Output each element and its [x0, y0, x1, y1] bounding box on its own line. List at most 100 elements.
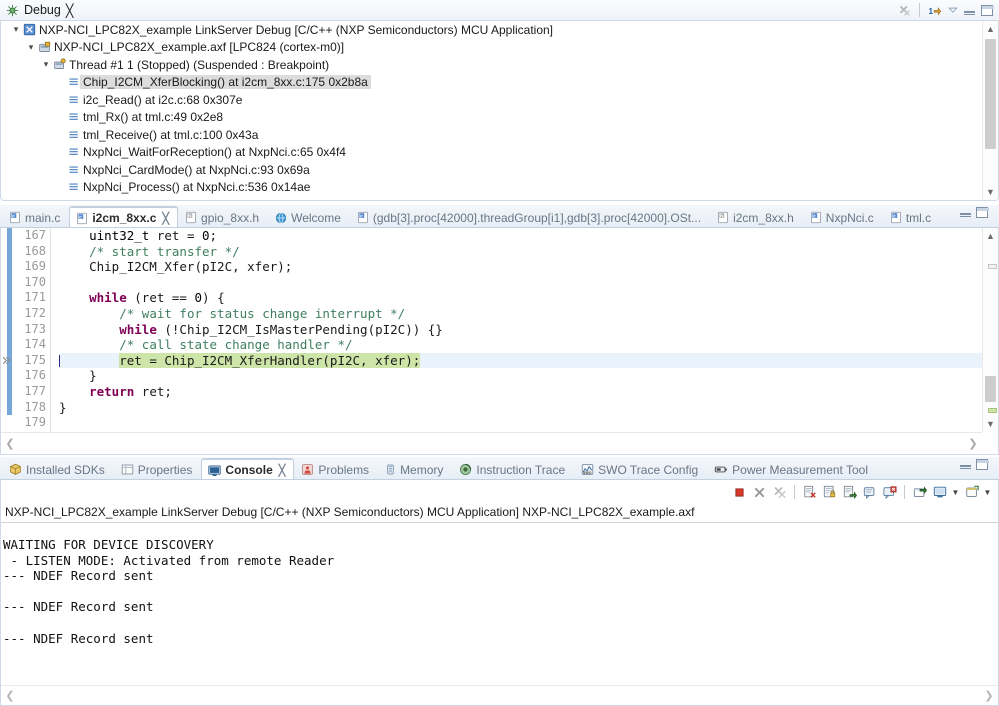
console-tab-console[interactable]: Console ╳ [201, 458, 295, 479]
code-area[interactable]: 167 168 169 170 171 172 173 174 175 176 177 178 179 … [1, 228, 982, 432]
scroll-up-arrow-icon[interactable]: ▲ [983, 228, 998, 244]
debug-stack-tree[interactable]: ▾ NXP-NCI_LPC82X_example LinkServer Debug… [0, 21, 999, 201]
debug-tree-row[interactable]: tml_Receive() at tml.c:100 0x43a [1, 126, 998, 144]
clear-console-icon[interactable] [801, 484, 818, 501]
select-console-icon[interactable] [931, 484, 948, 501]
step-into-selection-icon[interactable]: 1 [928, 4, 942, 17]
remove-launch-icon[interactable] [751, 484, 768, 501]
console-tab-instruction-trace[interactable]: Instruction Trace [452, 458, 574, 479]
editor-tab-welcome[interactable]: Welcome [268, 206, 350, 227]
debug-tree-row[interactable]: NxpNci_WaitForReception() at NxpNci.c:65… [1, 144, 998, 162]
chevron-down-icon[interactable]: ▾ [9, 24, 23, 35]
line-number: 167 [24, 228, 46, 242]
code-line[interactable] [59, 275, 982, 291]
code-line[interactable]: Chip_I2CM_Xfer(pI2C, xfer); [59, 259, 982, 275]
console-tab-swo-trace-config[interactable]: SWO SWO Trace Config [574, 458, 707, 479]
display-selected-console-icon[interactable] [881, 484, 898, 501]
maximize-icon[interactable] [976, 207, 989, 218]
debug-current-ip-arrow-icon [1, 354, 15, 367]
source-code[interactable]: uint32_t ret = 0; /* start transfer */ C… [51, 228, 982, 432]
tab-debug[interactable]: Debug ╳ [0, 0, 81, 20]
editor-tab--gdb-3-proc-42000-thread[interactable]: c (gdb[3].proc[42000].threadGroup[i1],gdb… [350, 206, 710, 227]
code-line[interactable]: } [59, 400, 982, 416]
show-console-on-output-icon[interactable] [841, 484, 858, 501]
scroll-right-arrow-icon[interactable]: ❯ [980, 689, 998, 702]
overview-ruler-highlight-marker[interactable] [988, 408, 997, 413]
c-file-icon: c [76, 212, 88, 225]
code-line[interactable]: /* call state change handler */ [59, 337, 982, 353]
code-line[interactable]: ret = Chip_I2CM_XferHandler(pI2C, xfer); [59, 352, 982, 369]
code-line[interactable] [59, 415, 982, 431]
console-tab-power-measurement-tool[interactable]: Power Measurement Tool [707, 458, 877, 479]
chevron-down-icon[interactable]: ▾ [24, 42, 38, 53]
close-icon[interactable]: ╳ [279, 464, 286, 477]
console-tab-memory[interactable]: Memory [378, 458, 452, 479]
debug-tree-row[interactable]: i2c_Read() at i2c.c:68 0x307e [1, 91, 998, 109]
chevron-down-icon[interactable]: ▼ [983, 488, 992, 497]
scroll-right-arrow-icon[interactable]: ❯ [964, 437, 982, 450]
console-tab-installed-sdks[interactable]: Installed SDKs [2, 458, 114, 479]
code-line[interactable]: /* start transfer */ [59, 244, 982, 260]
console-tab-properties[interactable]: Properties [114, 458, 202, 479]
close-icon[interactable]: ╳ [66, 3, 74, 18]
minimize-icon[interactable] [960, 460, 971, 469]
chevron-down-icon[interactable]: ▾ [39, 59, 53, 70]
code-line[interactable]: /* wait for status change interrupt */ [59, 306, 982, 322]
minimize-icon[interactable] [960, 208, 971, 217]
stack-frame-icon [68, 164, 80, 176]
debug-tree-row[interactable]: NxpNci_CardMode() at NxpNci.c:93 0x69a [1, 161, 998, 179]
console-tab-label: Memory [400, 462, 444, 477]
debug-tree-row[interactable]: ▾ Thread #1 1 (Stopped) (Suspended : Brea… [1, 56, 998, 74]
debug-tree-row-selected[interactable]: Chip_I2CM_XferBlocking() at i2cm_8xx.c:1… [1, 74, 998, 92]
editor-tab-nxpnci-c[interactable]: c NxpNci.c [803, 206, 883, 227]
remove-all-terminated-icon[interactable] [898, 4, 911, 17]
view-menu-icon[interactable] [947, 4, 959, 16]
close-icon[interactable]: ╳ [162, 212, 169, 225]
code-line[interactable]: while (ret == 0) { [59, 290, 982, 306]
debug-tree-row[interactable]: NxpNci_Process() at NxpNci.c:536 0x14ae [1, 179, 998, 197]
console-output[interactable]: WAITING FOR DEVICE DISCOVERY - LISTEN MO… [1, 523, 998, 646]
pin-console-icon[interactable] [861, 484, 878, 501]
overview-ruler-marker[interactable] [988, 264, 997, 269]
editor-tab-i2cm-8xx-h[interactable]: h i2cm_8xx.h [710, 206, 803, 227]
minimize-icon[interactable] [964, 6, 975, 15]
console-horizontal-scrollbar[interactable]: ❮ ❯ [1, 685, 998, 705]
scrollbar-thumb[interactable] [985, 376, 996, 402]
editor-vertical-scrollbar[interactable]: ▲ ▼ [982, 228, 998, 432]
scroll-down-arrow-icon[interactable]: ▼ [983, 184, 998, 200]
scrollbar-thumb[interactable] [985, 39, 996, 149]
svg-text:c: c [813, 214, 816, 219]
scroll-up-arrow-icon[interactable]: ▲ [983, 21, 998, 37]
editor-tab-i2cm-8xx-c[interactable]: c i2cm_8xx.c ╳ [69, 206, 179, 227]
editor-tab-tml-c[interactable]: c tml.c [883, 206, 940, 227]
terminate-icon[interactable] [731, 484, 748, 501]
console-tab-problems[interactable]: Problems [294, 458, 378, 479]
scroll-left-arrow-icon[interactable]: ❮ [1, 689, 19, 702]
annotation-ruler[interactable] [1, 228, 17, 432]
debug-tree-row[interactable]: tml_Rx() at tml.c:49 0x2e8 [1, 109, 998, 127]
toolbar-separator [904, 485, 905, 499]
maximize-icon[interactable] [981, 4, 994, 16]
debug-tree-row-label: tml_Rx() at tml.c:49 0x2e8 [83, 110, 224, 125]
code-line[interactable]: return ret; [59, 384, 982, 400]
code-line[interactable]: uint32_t ret = 0; [59, 228, 982, 244]
maximize-icon[interactable] [976, 459, 989, 470]
debug-tree-row[interactable]: ▾ NXP-NCI_LPC82X_example LinkServer Debug… [1, 21, 998, 39]
code-line[interactable]: } [59, 368, 982, 384]
scroll-down-arrow-icon[interactable]: ▼ [983, 416, 998, 432]
editor-tab-main-c[interactable]: c main.c [2, 206, 69, 227]
sdk-box-icon [9, 463, 22, 476]
debug-tree-row[interactable]: ▾ NXP-NCI_LPC82X_example.axf [LPC824 (cor… [1, 39, 998, 57]
chevron-down-icon[interactable]: ▼ [951, 488, 960, 497]
code-line[interactable]: while (!Chip_I2CM_IsMasterPending(pI2C))… [59, 322, 982, 338]
remove-all-terminated-icon[interactable] [771, 484, 788, 501]
editor-horizontal-scrollbar[interactable]: ❮ ❯ [1, 432, 982, 454]
scroll-lock-icon[interactable] [821, 484, 838, 501]
editor-tab-gpio-8xx-h[interactable]: h gpio_8xx.h [178, 206, 268, 227]
debug-vertical-scrollbar[interactable]: ▲ ▼ [982, 21, 998, 200]
scroll-left-arrow-icon[interactable]: ❮ [1, 437, 19, 450]
line-number: 168 [24, 243, 46, 258]
new-console-view-icon[interactable] [963, 484, 980, 501]
stack-frame-icon [68, 146, 80, 158]
open-console-icon[interactable] [911, 484, 928, 501]
